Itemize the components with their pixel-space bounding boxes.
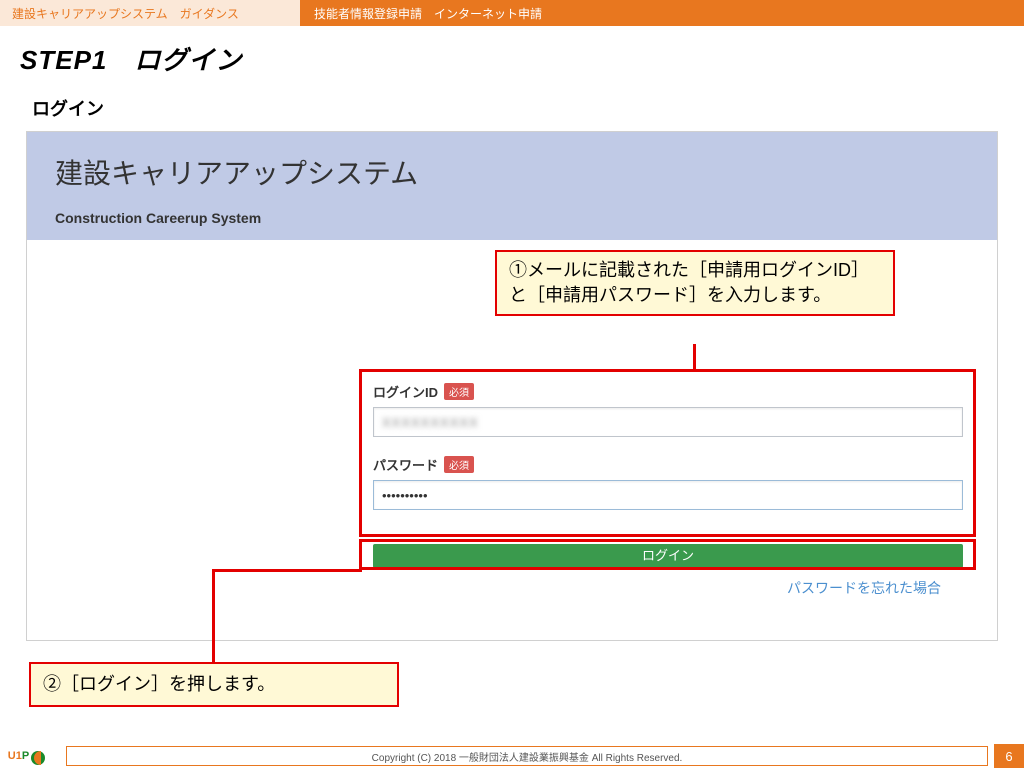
banner-title-jp: 建設キャリアアップシステム xyxy=(55,152,969,192)
connector-2v xyxy=(212,569,215,664)
callout-2: ②［ログイン］を押します。 xyxy=(29,662,399,707)
logo: U1P xyxy=(0,744,60,768)
logo-p: P xyxy=(22,750,29,762)
system-banner: 建設キャリアアップシステム Construction Careerup Syst… xyxy=(27,132,997,240)
header-left: 建設キャリアアップシステム ガイダンス xyxy=(0,0,300,26)
page-number: 6 xyxy=(994,744,1024,768)
highlight-login-button xyxy=(359,539,976,570)
section-title: ログイン xyxy=(0,83,1024,131)
connector-1 xyxy=(693,344,696,371)
logo-half-icon xyxy=(34,751,41,765)
highlight-fields xyxy=(359,369,976,537)
forgot-password-link[interactable]: パスワードを忘れた場合 xyxy=(787,578,941,598)
callout-1: ①メールに記載された［申請用ログインID］と［申請用パスワード］を入力します。 xyxy=(495,250,895,316)
step-title: STEP1 ログイン xyxy=(0,26,1024,83)
logo-u1: U1 xyxy=(8,750,22,762)
header-right: 技能者情報登録申請 インターネット申請 xyxy=(300,0,1024,26)
login-panel: 建設キャリアアップシステム Construction Careerup Syst… xyxy=(26,131,998,641)
footer-copyright: Copyright (C) 2018 一般財団法人建設業振興基金 All Rig… xyxy=(66,746,988,766)
banner-title-en: Construction Careerup System xyxy=(55,210,969,226)
connector-2h xyxy=(212,569,362,572)
footer: U1P Copyright (C) 2018 一般財団法人建設業振興基金 All… xyxy=(0,744,1024,768)
